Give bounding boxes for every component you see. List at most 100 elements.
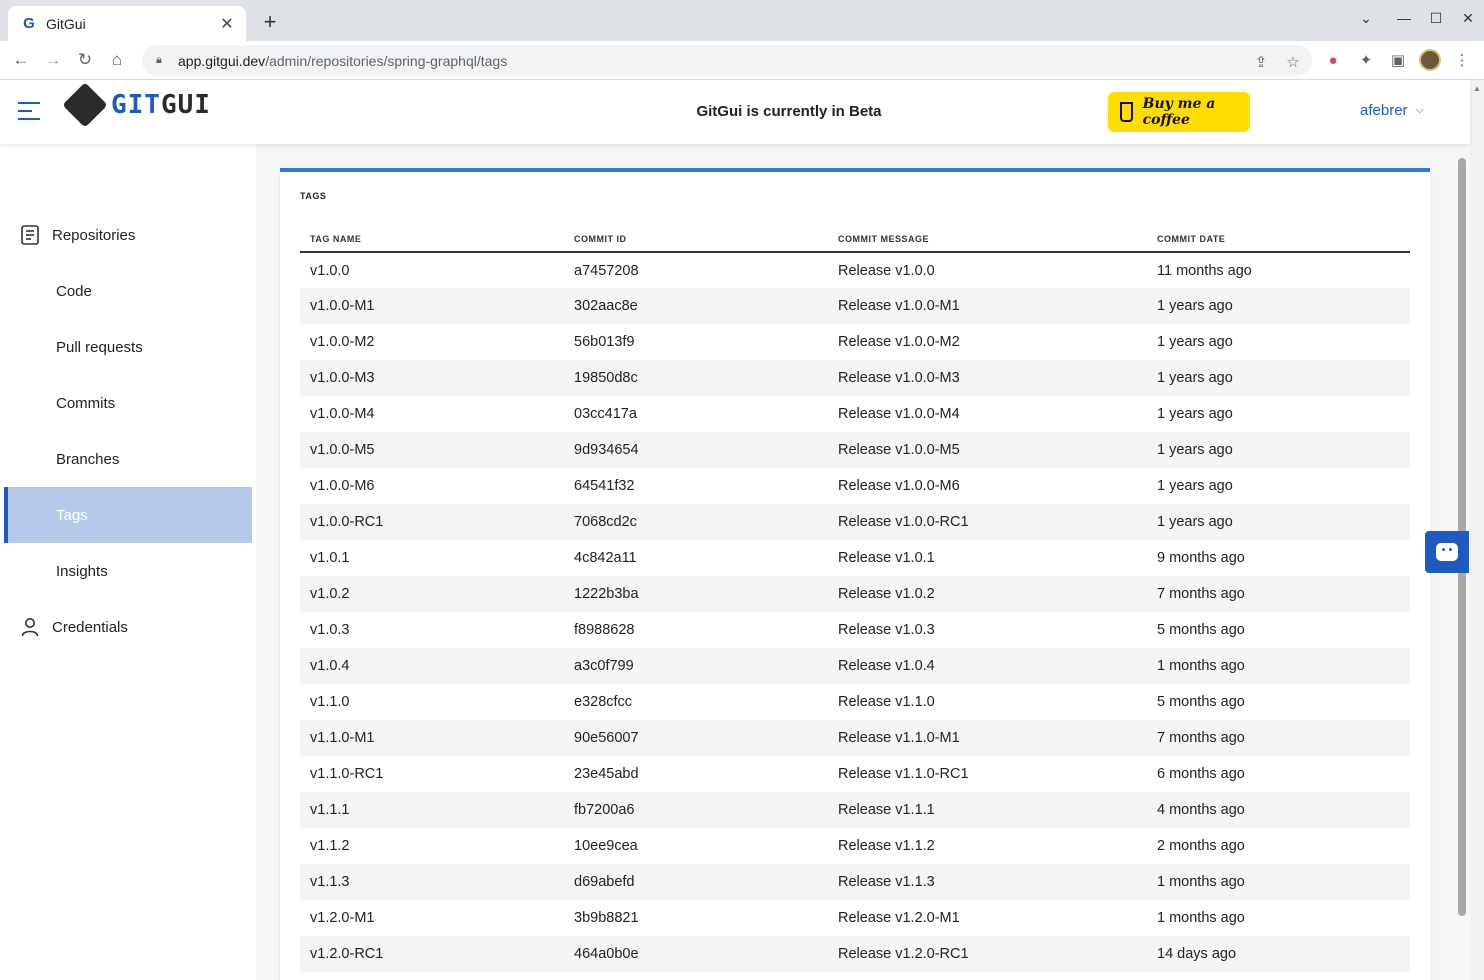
sidebar-item-label: Branches: [56, 450, 120, 468]
table-row[interactable]: v1.0.0-M1 302aac8e Release v1.0.0-M1 1 year…: [300, 288, 1410, 324]
address-bar[interactable]: 🔒︎ app.gitgui.dev/admin/repositories/spr…: [142, 45, 1312, 76]
reload-icon[interactable]: ↻: [74, 49, 96, 71]
commit-date-cell: 5 months ago: [1157, 694, 1245, 710]
commit-id-cell[interactable]: 23e45abd: [564, 756, 828, 792]
buy-me-a-coffee-button[interactable]: Buy me a coffee: [1108, 92, 1250, 132]
table-row[interactable]: v1.0.0-M2 56b013f9 Release v1.0.0-M2 1 year…: [300, 324, 1410, 360]
commit-id-cell[interactable]: 56b013f9: [564, 324, 828, 360]
column-header-commit-date[interactable]: COMMIT DATE: [1147, 226, 1410, 253]
commit-id-cell[interactable]: 7068cd2c: [564, 504, 828, 540]
sidebar-item-label: Pull requests: [56, 338, 143, 356]
table-row[interactable]: v1.1.0 e328cfcc Release v1.1.0 5 months ago: [300, 684, 1410, 720]
page-scrollbar[interactable]: [1470, 80, 1484, 980]
extensions-puzzle-icon[interactable]: ✦: [1356, 50, 1376, 70]
browser-tab[interactable]: G GitGui ✕: [8, 6, 246, 41]
column-header-commit-message[interactable]: COMMIT MESSAGE: [828, 226, 1147, 253]
commit-id-cell[interactable]: e328cfcc: [564, 684, 828, 720]
commit-message-cell: Release v1.2.0-RC1: [828, 936, 1147, 972]
browser-tab-bar: G GitGui ✕ + ⌄ — ☐ ✕: [0, 0, 1484, 41]
sidebar-item-tags[interactable]: Tags: [4, 487, 252, 543]
commit-message-cell: Release v1.1.0-RC1: [838, 766, 969, 782]
sidebar-item-pull-requests[interactable]: Pull requests: [4, 319, 252, 375]
table-row[interactable]: v1.0.0-M4 03cc417a Release v1.0.0-M4 1 year…: [300, 396, 1410, 432]
column-header-tag-name[interactable]: TAG NAME: [300, 226, 564, 253]
back-arrow-icon[interactable]: ←: [10, 49, 32, 71]
commit-id-cell[interactable]: 03cc417a: [564, 396, 828, 432]
minimize-window-button[interactable]: —: [1392, 10, 1416, 26]
table-row[interactable]: v1.2.0-M1 3b9b8821 Release v1.2.0-M1 1 mont…: [300, 900, 1410, 936]
table-row[interactable]: v1.1.2 10ee9cea Release v1.1.2 2 months ago: [300, 828, 1410, 864]
card-title: TAGS: [300, 191, 327, 201]
commit-id-cell[interactable]: 3b9b8821: [564, 900, 828, 936]
tag-name-cell: v1.1.3: [300, 864, 564, 900]
table-row[interactable]: v1.2.0-RC1 464a0b0e Release v1.2.0-RC1 14 d…: [300, 936, 1410, 972]
table-row[interactable]: v1.0.0-M6 64541f32 Release v1.0.0-M6 1 year…: [300, 468, 1410, 504]
commit-id-cell[interactable]: 64541f32: [564, 468, 828, 504]
sidebar-item-code[interactable]: Code: [4, 263, 252, 319]
close-tab-icon[interactable]: ✕: [218, 14, 236, 34]
table-row[interactable]: v1.0.1 4c842a11 Release v1.0.1 9 months ago: [300, 540, 1410, 576]
commit-id-cell[interactable]: fb7200a6: [564, 792, 828, 828]
table-row[interactable]: v1.1.0-RC1 23e45abd Release v1.1.0-RC1 6 mo…: [300, 756, 1410, 792]
commit-id-cell[interactable]: a3c0f799: [564, 648, 828, 684]
column-header-commit-id[interactable]: COMMIT ID: [564, 226, 828, 253]
sidebar-item-branches[interactable]: Branches: [4, 431, 252, 487]
side-panel-icon[interactable]: ▣: [1388, 50, 1408, 70]
table-row[interactable]: v1.0.0-RC1 7068cd2c Release v1.0.0-RC1 1 ye…: [300, 504, 1410, 540]
sidebar-item-label: Insights: [56, 562, 108, 580]
commit-date-cell: 2 months ago: [1157, 838, 1245, 854]
chat-support-button[interactable]: [1425, 531, 1469, 573]
scroll-up-arrow-icon[interactable]: ▲: [1473, 84, 1481, 93]
new-tab-button[interactable]: +: [258, 10, 282, 34]
forward-arrow-icon[interactable]: →: [42, 49, 64, 71]
commit-id-cell[interactable]: 302aac8e: [564, 288, 828, 324]
tab-search-chevron-icon[interactable]: ⌄: [1354, 10, 1378, 27]
commit-id-cell[interactable]: a7457208: [564, 252, 828, 288]
commit-date-cell: 6 months ago: [1157, 766, 1245, 782]
commit-message-cell: Release v1.1.2: [838, 838, 935, 854]
commit-message-cell: Release v1.0.0: [838, 262, 935, 279]
table-row[interactable]: v1.0.0 a7457208 Release v1.0.0 11 months ag…: [300, 252, 1410, 288]
sidebar-item-commits[interactable]: Commits: [4, 375, 252, 431]
extension-icon[interactable]: ●: [1323, 50, 1343, 70]
table-row[interactable]: v1.0.0-M5 9d934654 Release v1.0.0-M5 1 year…: [300, 432, 1410, 468]
commit-date-cell: 1 years ago: [1157, 406, 1233, 422]
table-row[interactable]: v1.0.0-M3 19850d8c Release v1.0.0-M3 1 year…: [300, 360, 1410, 396]
commit-id-cell[interactable]: 4c842a11: [564, 540, 828, 576]
commit-id-cell[interactable]: 90e56007: [564, 720, 828, 756]
sidebar-item-insights[interactable]: Insights: [4, 543, 252, 599]
commit-id-cell[interactable]: 1222b3ba: [564, 576, 828, 612]
profile-avatar[interactable]: [1419, 49, 1441, 71]
table-row[interactable]: v1.0.2 1222b3ba Release v1.0.2 7 months ago: [300, 576, 1410, 612]
tag-name-cell: v1.0.1: [310, 550, 350, 566]
table-row[interactable]: v1.0.3 f8988628 Release v1.0.3 5 months ago: [300, 612, 1410, 648]
person-icon: [20, 617, 40, 637]
table-row[interactable]: v1.1.3 d69abefd Release v1.1.3 1 months ago: [300, 864, 1410, 900]
table-row[interactable]: v1.1.1 fb7200a6 Release v1.1.1 4 months ago: [300, 792, 1410, 828]
user-menu[interactable]: afebrer ⌵: [1360, 102, 1424, 119]
commit-date-cell: 9 months ago: [1157, 550, 1245, 566]
commit-id-cell[interactable]: 10ee9cea: [564, 828, 828, 864]
maximize-window-button[interactable]: ☐: [1424, 10, 1448, 27]
username: afebrer: [1360, 102, 1408, 119]
commit-id-cell[interactable]: 464a0b0e: [564, 936, 828, 972]
close-window-button[interactable]: ✕: [1456, 10, 1480, 27]
commit-id-cell[interactable]: d69abefd: [564, 864, 828, 900]
sidebar-item-credentials[interactable]: Credentials: [4, 599, 252, 655]
table-row[interactable]: v1.0.4 a3c0f799 Release v1.0.4 1 months ago: [300, 648, 1410, 684]
commit-date-cell: 1 months ago: [1147, 648, 1410, 684]
home-icon[interactable]: ⌂: [106, 49, 128, 71]
commit-id-cell[interactable]: 9d934654: [564, 432, 828, 468]
coffee-cup-icon: [1120, 102, 1133, 122]
commit-id-cell[interactable]: f8988628: [564, 612, 828, 648]
browser-menu-icon[interactable]: ⋮: [1452, 50, 1472, 70]
sidebar-item-repositories[interactable]: Repositories: [4, 207, 252, 263]
commit-message-cell: Release v1.0.0-RC1: [828, 504, 1147, 540]
tags-table: TAG NAME COMMIT ID COMMIT MESSAGE COMMIT…: [300, 226, 1410, 972]
bookmark-star-icon[interactable]: ☆: [1284, 53, 1302, 71]
table-row[interactable]: v1.1.0-M1 90e56007 Release v1.1.0-M1 7 mont…: [300, 720, 1410, 756]
commit-message-cell: Release v1.1.3: [828, 864, 1147, 900]
commit-id-cell[interactable]: 19850d8c: [564, 360, 828, 396]
commit-message-cell: Release v1.1.0-M1: [828, 720, 1147, 756]
share-icon[interactable]: ⇪: [1252, 53, 1270, 71]
